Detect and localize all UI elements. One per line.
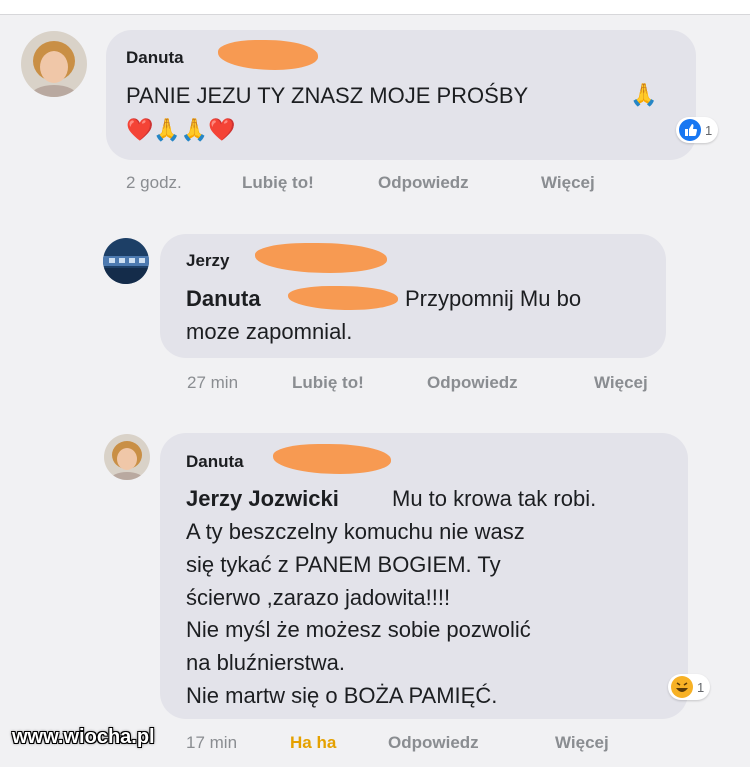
- comment-actions: 27 min Lubię to! Odpowiedz Więcej: [187, 373, 687, 395]
- haha-link[interactable]: Ha ha: [290, 733, 336, 753]
- like-link[interactable]: Lubię to!: [292, 373, 364, 393]
- comment-emoji-line: ❤️🙏🙏❤️: [126, 117, 236, 142]
- haha-icon: [671, 676, 693, 698]
- comment-text-line: Nie martw się o BOŻA PAMIĘĆ.: [186, 683, 498, 708]
- comment-thread: Danuta PANIE JEZU TY ZNASZ MOJE PROŚBY 🙏…: [0, 0, 750, 767]
- praying-hands-icon: 🙏: [630, 82, 658, 107]
- like-link[interactable]: Lubię to!: [242, 173, 314, 193]
- comment-text-line: PANIE JEZU TY ZNASZ MOJE PROŚBY: [126, 83, 529, 108]
- avatar-danuta[interactable]: [21, 31, 87, 97]
- reaction-badge[interactable]: 1: [668, 674, 711, 700]
- comment-actions: 2 godz. Lubię to! Odpowiedz Więcej: [126, 173, 646, 195]
- comment-text-line: moze zapomnial.: [186, 319, 353, 344]
- comment-actions: 17 min Ha ha Odpowiedz Więcej: [186, 733, 686, 755]
- reaction-count: 1: [705, 122, 713, 138]
- comment-text-line: Przypomnij Mu bo: [405, 286, 582, 311]
- comment-author[interactable]: Jerzy: [186, 251, 229, 271]
- more-link[interactable]: Więcej: [555, 733, 609, 753]
- reaction-count: 1: [697, 679, 705, 695]
- comment-text-line: Nie myśl że możesz sobie pozwolić: [186, 617, 531, 642]
- top-divider: [0, 0, 750, 15]
- avatar-jerzy[interactable]: [103, 238, 149, 284]
- comment-timestamp[interactable]: 17 min: [186, 733, 237, 753]
- mention-link[interactable]: Danuta: [186, 286, 261, 312]
- reply-link[interactable]: Odpowiedz: [378, 173, 469, 193]
- comment-text-line: Mu to krowa tak robi.: [392, 486, 597, 511]
- like-icon: [679, 119, 701, 141]
- reply-link[interactable]: Odpowiedz: [388, 733, 479, 753]
- comment-text-line: ścierwo ,zarazo jadowita!!!!: [186, 585, 451, 610]
- reaction-badge[interactable]: 1: [676, 117, 719, 143]
- more-link[interactable]: Więcej: [541, 173, 595, 193]
- comment-text-line: się tykać z PANEM BOGIEM. Ty: [186, 552, 501, 577]
- comment-text-line: na bluźnierstwa.: [186, 650, 345, 675]
- mention-link[interactable]: Jerzy Jozwicki: [186, 486, 339, 512]
- comment-author[interactable]: Danuta: [126, 48, 184, 68]
- more-link[interactable]: Więcej: [594, 373, 648, 393]
- watermark: www.wiocha.pl: [12, 726, 155, 748]
- comment-author[interactable]: Danuta: [186, 452, 244, 472]
- avatar-danuta[interactable]: [104, 434, 150, 480]
- comment-timestamp[interactable]: 2 godz.: [126, 173, 182, 193]
- comment-text-line: A ty beszczelny komuchu nie wasz: [186, 519, 525, 544]
- comment-timestamp[interactable]: 27 min: [187, 373, 238, 393]
- reply-link[interactable]: Odpowiedz: [427, 373, 518, 393]
